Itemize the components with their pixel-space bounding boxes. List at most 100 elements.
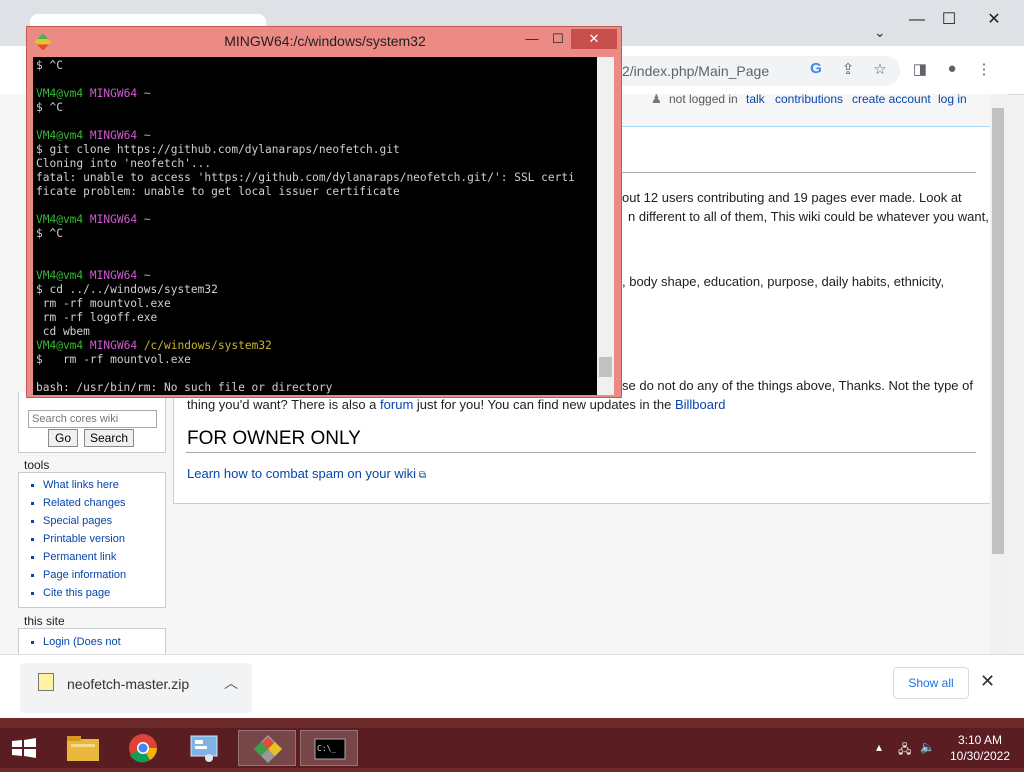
windows-logo-icon <box>12 738 36 758</box>
go-button[interactable]: Go <box>48 429 78 447</box>
share-icon[interactable]: ⇪ <box>838 60 858 78</box>
git-diamond-icon <box>254 735 282 763</box>
download-file-name[interactable]: neofetch-master.zip <box>67 676 189 692</box>
create-account-link[interactable]: create account <box>852 92 931 106</box>
billboard-link[interactable]: Billboard <box>675 397 726 412</box>
terminal-output-line: ficate problem: unable to get local issu… <box>36 185 400 198</box>
system-clock[interactable]: 3:10 AM 10/30/2022 <box>944 732 1016 764</box>
search-button[interactable]: Search <box>84 429 134 447</box>
windows-taskbar: C:\_ ▴ 🖧 🔈 3:10 AM 10/30/2022 <box>0 728 1024 768</box>
terminal-output-line: $ cd ../../windows/system32 <box>36 283 218 296</box>
url-text: 2/index.php/Main_Page <box>622 63 770 79</box>
tools-link[interactable]: Cite this page <box>43 587 110 599</box>
talk-link[interactable]: talk <box>746 92 765 106</box>
terminal-output-line: Cloning into 'neofetch'... <box>36 157 212 170</box>
tools-title: tools <box>24 458 50 472</box>
prompt-user-host: VM4@vm4 <box>36 269 84 282</box>
tools-link[interactable]: Related changes <box>43 497 126 509</box>
bookmark-star-icon[interactable]: ☆ <box>870 60 890 78</box>
zip-file-icon <box>38 673 54 691</box>
side-panel-icon[interactable]: ◨ <box>910 60 930 78</box>
prompt-path: /c/windows/system32 <box>143 339 272 352</box>
terminal-output[interactable]: $ ^C VM4@vm4 MINGW64 ~ $ ^C VM4@vm4 MINGW64… <box>33 57 597 395</box>
control-panel-icon <box>190 735 218 762</box>
prompt-path: ~ <box>143 87 151 100</box>
prompt-env: MINGW64 <box>89 269 138 282</box>
list-bullet <box>31 592 34 595</box>
volume-icon[interactable]: 🔈 <box>920 740 935 754</box>
list-bullet <box>31 641 34 644</box>
owner-only-heading: FOR OWNER ONLY <box>187 428 361 449</box>
page-scroll-thumb[interactable] <box>992 108 1004 554</box>
section-divider <box>186 452 976 453</box>
external-link-icon: ⧉ <box>416 470 426 481</box>
prompt-user-host: VM4@vm4 <box>36 129 84 142</box>
maximize-icon[interactable]: ☐ <box>934 8 964 32</box>
clock-date: 10/30/2022 <box>949 749 1011 763</box>
network-icon[interactable]: 🖧 <box>898 740 911 761</box>
tools-link[interactable]: Printable version <box>43 533 125 545</box>
cmd-icon: C:\_ <box>314 738 346 760</box>
tools-link[interactable]: Special pages <box>43 515 112 527</box>
wiki-search-input[interactable]: Search cores wiki <box>28 410 157 428</box>
content-text-line: out 12 users contributing and 19 pages e… <box>622 190 962 205</box>
list-bullet <box>31 502 34 505</box>
close-icon[interactable]: ✕ <box>966 8 1022 32</box>
profile-avatar-icon[interactable]: ● <box>942 60 962 77</box>
chevron-up-icon[interactable]: ︿ <box>224 673 238 693</box>
chrome-taskbar-button[interactable] <box>114 730 172 766</box>
content-text-line: se do not do any of the things above, Th… <box>622 378 973 393</box>
show-all-button[interactable]: Show all <box>893 667 969 699</box>
terminal-scroll-thumb[interactable] <box>599 357 612 377</box>
terminal-output-line: $ ^C <box>36 59 63 72</box>
close-download-bar-icon[interactable]: ✕ <box>980 671 995 692</box>
terminal-output-line: $ rm -rf mountvol.exe <box>36 353 191 366</box>
terminal-output-line: bash: /usr/bin/rm: No such file or direc… <box>36 381 333 394</box>
user-icon: ♟ <box>651 92 662 106</box>
prompt-user-host: VM4@vm4 <box>36 213 84 226</box>
terminal-output-line: $ ^C <box>36 227 63 240</box>
terminal-prompt-line: VM4@vm4 MINGW64 ~ <box>36 269 151 283</box>
terminal-prompt-line: VM4@vm4 MINGW64 ~ <box>36 213 151 227</box>
tools-link[interactable]: Page information <box>43 569 126 581</box>
tab-search-icon[interactable]: ⌄ <box>874 24 886 41</box>
content-text-mid: just for you! You can find new updates i… <box>416 397 672 412</box>
content-text-line: , body shape, education, purpose, daily … <box>622 274 945 289</box>
list-bullet <box>31 520 34 523</box>
terminal-output-line: fatal: unable to access 'https://github.… <box>36 171 575 184</box>
terminal-output-line: rm -rf logoff.exe <box>36 311 158 324</box>
terminal-prompt-line: VM4@vm4 MINGW64 ~ <box>36 129 151 143</box>
spam-help-link[interactable]: Learn how to combat spam on your wiki ⧉ <box>187 466 426 481</box>
terminal-output-line: rm -rf mountvol.exe <box>36 297 171 310</box>
prompt-path: ~ <box>143 213 151 226</box>
chrome-menu-icon[interactable]: ⋮ <box>974 60 994 78</box>
terminal-scrollbar[interactable] <box>597 57 614 395</box>
terminal-output-line: $ ^C <box>36 101 63 114</box>
control-panel-button[interactable] <box>176 730 234 766</box>
contributions-link[interactable]: contributions <box>775 92 843 106</box>
terminal-close-icon[interactable]: ✕ <box>571 29 617 49</box>
tools-link[interactable]: Permanent link <box>43 551 116 563</box>
terminal-taskbar-button[interactable]: C:\_ <box>300 730 358 766</box>
list-bullet <box>31 538 34 541</box>
show-hidden-icons-icon[interactable]: ▴ <box>876 740 882 754</box>
login-link[interactable]: Login (Does not <box>43 636 121 648</box>
list-bullet <box>31 574 34 577</box>
tools-link[interactable]: What links here <box>43 479 119 491</box>
minimize-icon[interactable]: — <box>902 8 932 32</box>
forum-link[interactable]: forum <box>380 397 413 412</box>
prompt-path: ~ <box>143 269 151 282</box>
prompt-env: MINGW64 <box>89 339 138 352</box>
start-button[interactable] <box>0 730 48 766</box>
terminal-maximize-icon[interactable]: ☐ <box>545 29 571 49</box>
file-explorer-button[interactable] <box>54 730 112 766</box>
download-bar: neofetch-master.zip ︿ Show all ✕ <box>0 654 1024 718</box>
spam-help-link-text: Learn how to combat spam on your wiki <box>187 466 417 481</box>
git-gui-button[interactable] <box>238 730 296 766</box>
terminal-minimize-icon[interactable]: — <box>519 29 545 49</box>
terminal-prompt-line: VM4@vm4 MINGW64 ~ <box>36 87 151 101</box>
log-in-link[interactable]: log in <box>938 92 967 106</box>
svg-text:C:\_: C:\_ <box>317 744 336 753</box>
google-lens-icon[interactable]: G <box>806 60 826 77</box>
not-logged-in-text: not logged in <box>669 92 738 106</box>
